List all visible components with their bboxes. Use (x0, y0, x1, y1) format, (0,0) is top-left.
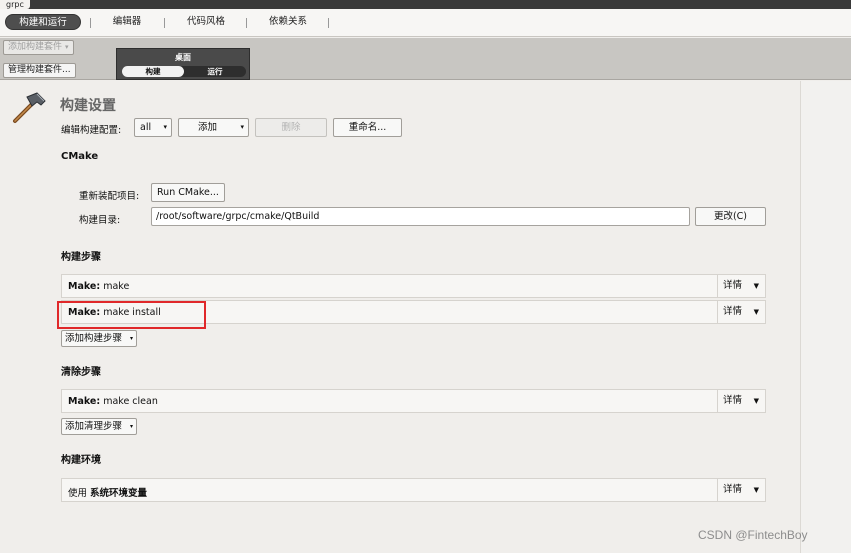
change-dir-button[interactable]: 更改(C) (695, 207, 766, 226)
page-title: 构建设置 (60, 98, 116, 114)
config-select[interactable]: all ▾ (134, 118, 172, 137)
triangle-down-icon: ▼ (753, 308, 759, 316)
step-command: make (103, 281, 130, 292)
add-kit-dropdown[interactable]: 添加构建套件 ▾ (3, 40, 74, 55)
kits-bar: 添加构建套件 ▾ 管理构建套件... 桌面 构建 运行 (0, 38, 851, 80)
tab-editor[interactable]: 编辑器 (108, 14, 146, 30)
env-details-button[interactable]: 详情 ▼ (717, 479, 765, 501)
title-bar: grpc (0, 0, 851, 9)
build-run-switch: 构建 运行 (122, 66, 246, 77)
manage-kits-button[interactable]: 管理构建套件... (3, 63, 76, 78)
clean-steps-title: 清除步骤 (61, 367, 101, 378)
tab-build-run[interactable]: 构建和运行 (5, 14, 81, 30)
triangle-down-icon: ▼ (753, 282, 759, 290)
run-cmake-button[interactable]: Run CMake... (151, 183, 225, 202)
tab-separator (246, 18, 247, 28)
build-dir-input[interactable]: /root/software/grpc/cmake/QtBuild (151, 207, 690, 226)
chevron-down-icon: ▾ (65, 43, 69, 51)
details-label: 详情 (723, 306, 743, 317)
details-label: 详情 (723, 395, 743, 406)
build-settings-panel: 构建设置 编辑构建配置: all ▾ 添加 ▾ 删除 重命名... CMake 重新… (0, 81, 800, 553)
clean-step-text: Make: make clean (68, 396, 158, 407)
delete-config-button[interactable]: 删除 (255, 118, 327, 137)
details-label: 详情 (723, 484, 743, 495)
clean-step-row: Make: make clean 详情 ▼ (61, 389, 766, 413)
build-steps-title: 构建步骤 (61, 252, 101, 263)
chevron-down-icon: ▾ (130, 423, 134, 430)
build-step-row: Make: make 详情 ▼ (61, 274, 766, 298)
hammer-icon (13, 92, 46, 123)
chevron-down-icon: ▾ (130, 335, 134, 342)
add-config-button[interactable]: 添加 ▾ (178, 118, 249, 137)
tab-code-style[interactable]: 代码风格 (182, 14, 230, 30)
config-value: all (140, 122, 152, 133)
tab-separator (328, 18, 329, 28)
add-clean-step-button[interactable]: 添加清理步骤 ▾ (61, 418, 138, 435)
build-dir-label: 构建目录: (79, 215, 121, 226)
kit-run-tab[interactable]: 运行 (184, 66, 246, 77)
step-prefix: Make: (68, 281, 101, 292)
rename-config-button[interactable]: 重命名... (333, 118, 402, 137)
add-build-step-button[interactable]: 添加构建步骤 ▾ (61, 330, 138, 347)
step-details-button[interactable]: 详情 ▼ (717, 390, 765, 412)
build-env-title: 构建环境 (61, 455, 101, 466)
step-prefix: Make: (68, 396, 101, 407)
triangle-down-icon: ▼ (753, 486, 759, 494)
edit-config-label: 编辑构建配置: (61, 125, 122, 136)
chevron-down-icon: ▾ (240, 123, 244, 131)
build-env-text: 使用 系统环境变量 (68, 485, 147, 499)
tab-separator (164, 18, 165, 28)
add-kit-label: 添加构建套件 (8, 42, 63, 52)
kit-name: 桌面 (175, 53, 191, 62)
add-clean-step-label: 添加清理步骤 (65, 421, 123, 432)
highlight-box (57, 301, 206, 329)
project-tab[interactable]: grpc (0, 0, 30, 9)
env-use-label: 使用 (68, 488, 88, 499)
add-build-step-label: 添加构建步骤 (65, 333, 123, 344)
watermark: CSDN @FintechBoy (698, 528, 808, 542)
kit-build-tab[interactable]: 构建 (122, 66, 184, 77)
step-command: make clean (103, 396, 158, 407)
add-config-label: 添加 (198, 122, 218, 133)
cmake-section-title: CMake (61, 151, 99, 162)
env-name: 系统环境变量 (90, 488, 148, 499)
tab-dependencies[interactable]: 依赖关系 (264, 14, 312, 30)
reconfigure-label: 重新装配项目: (79, 191, 140, 202)
build-step-text: Make: make (68, 281, 129, 292)
mode-tab-bar: 构建和运行 编辑器 代码风格 依赖关系 (0, 9, 851, 37)
step-details-button[interactable]: 详情 ▼ (717, 275, 765, 297)
kit-selector: 桌面 构建 运行 (116, 48, 250, 80)
details-label: 详情 (723, 280, 743, 291)
tab-separator (90, 18, 91, 28)
triangle-down-icon: ▼ (753, 397, 759, 405)
chevron-down-icon: ▾ (163, 123, 167, 131)
step-details-button[interactable]: 详情 ▼ (717, 301, 765, 323)
vertical-scrollbar[interactable] (800, 81, 851, 553)
build-env-row: 使用 系统环境变量 详情 ▼ (61, 478, 766, 502)
